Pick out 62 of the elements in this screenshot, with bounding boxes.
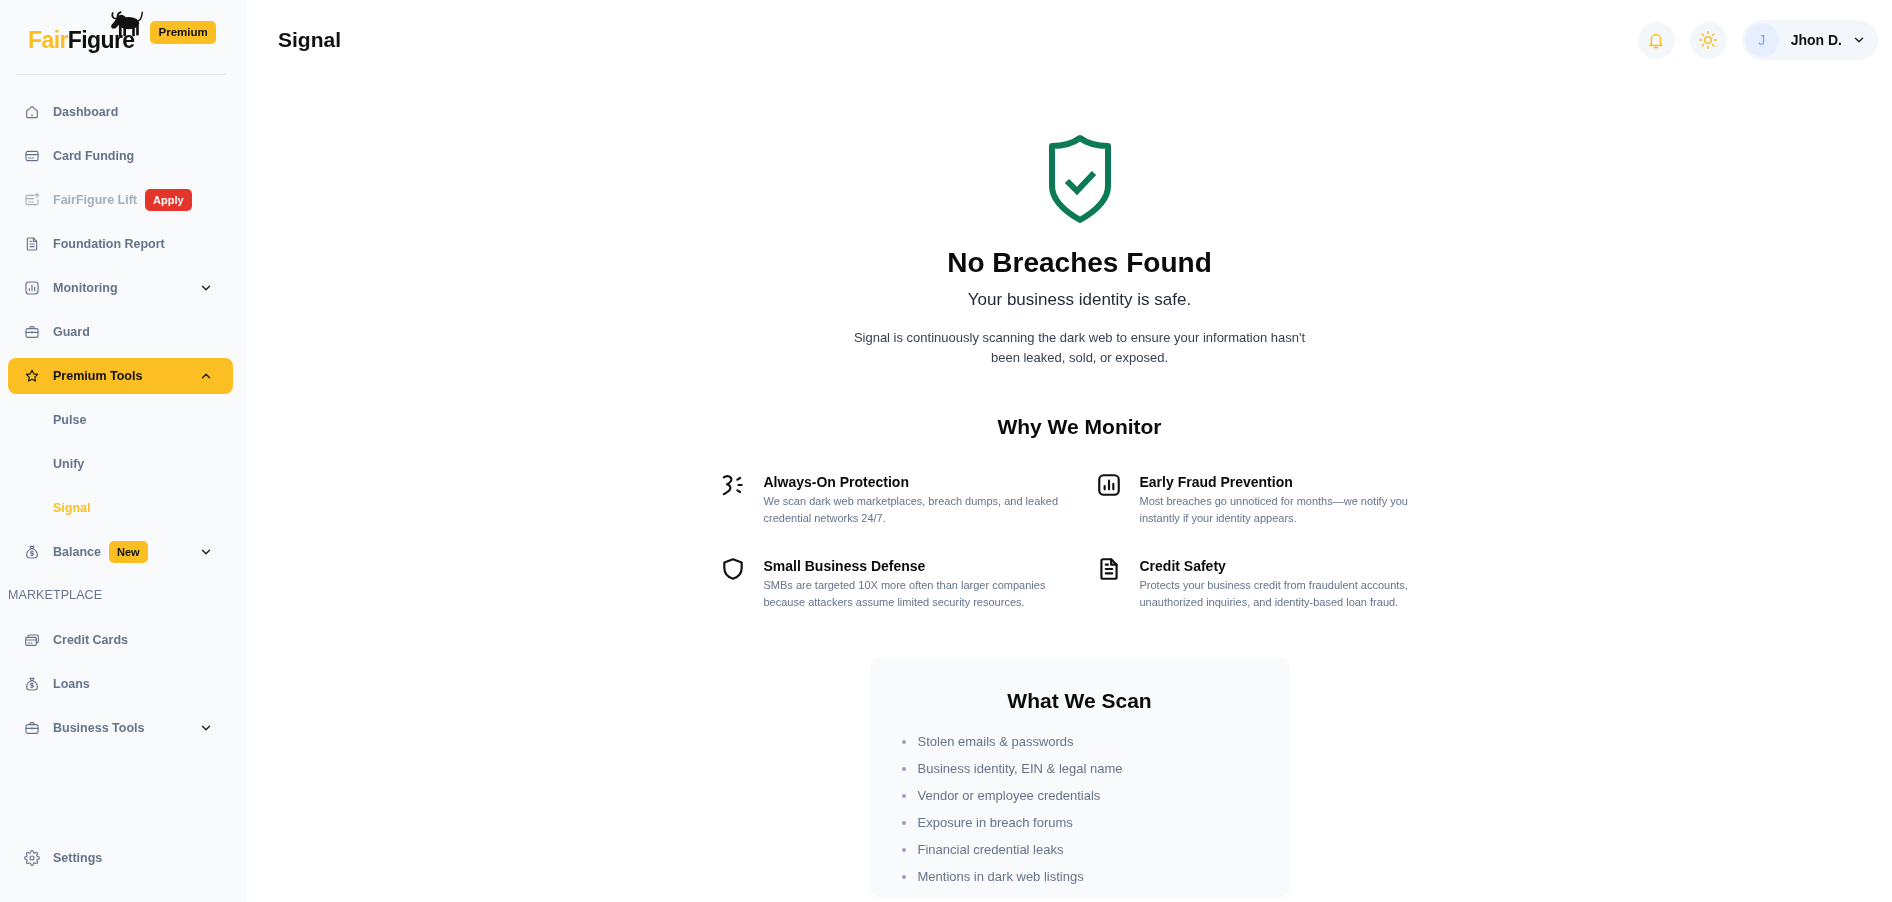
scan-item: Vendor or employee credentials bbox=[917, 786, 1101, 805]
scan-item: Exposure in breach forums bbox=[917, 813, 1073, 832]
nav-item[interactable]: Credit Cards bbox=[8, 622, 233, 658]
section-title: Why We Monitor bbox=[997, 414, 1162, 440]
nav-item[interactable]: Settings bbox=[8, 840, 233, 876]
nav-badge: Apply bbox=[145, 189, 192, 211]
bullet-icon bbox=[901, 766, 906, 771]
money-bag-icon bbox=[24, 544, 40, 560]
status-heading: No Breaches Found bbox=[947, 246, 1212, 280]
page-title: Signal bbox=[278, 28, 341, 52]
nav-item[interactable]: Dashboard bbox=[8, 94, 233, 130]
nav-item[interactable]: Business Tools bbox=[8, 710, 233, 746]
nav-subitem[interactable]: Pulse bbox=[8, 402, 233, 438]
feature-description: We scan dark web marketplaces, breach dumps, and leaked credential networks 24/7. bbox=[763, 494, 1059, 526]
logo-text: FairFigure bbox=[28, 26, 135, 54]
feature-title: Small Business Defense bbox=[763, 557, 927, 576]
nav-badge: New bbox=[108, 541, 148, 563]
plan-badge: Premium bbox=[150, 21, 216, 44]
star-icon bbox=[24, 368, 40, 384]
user-menu[interactable]: J Jhon D. bbox=[1741, 20, 1878, 60]
card-icon bbox=[24, 148, 40, 164]
scan-item: Financial credential leaks bbox=[917, 840, 1064, 859]
sun-icon bbox=[1698, 30, 1719, 50]
card-title: What We Scan bbox=[1006, 688, 1153, 714]
nav-item[interactable]: Premium Tools bbox=[8, 358, 233, 394]
money-bag-icon bbox=[24, 676, 40, 692]
nav-item[interactable]: Foundation Report bbox=[8, 226, 233, 262]
scan-item: Business identity, EIN & legal name bbox=[917, 759, 1123, 778]
cards-icon bbox=[24, 632, 40, 648]
nav-item[interactable]: Monitoring bbox=[8, 270, 233, 306]
home-icon bbox=[24, 104, 40, 120]
theme-toggle-button[interactable] bbox=[1689, 21, 1727, 59]
feature-title: Always-On Protection bbox=[763, 473, 910, 492]
feature-title: Credit Safety bbox=[1139, 557, 1227, 576]
briefcase-icon bbox=[24, 324, 40, 340]
briefcase-icon bbox=[24, 720, 40, 736]
bullet-icon bbox=[901, 874, 906, 879]
nav-item[interactable]: Balance New bbox=[8, 534, 233, 570]
nav-item[interactable]: Loans bbox=[8, 666, 233, 702]
chart-icon bbox=[1095, 472, 1122, 498]
feature-title: Early Fraud Prevention bbox=[1139, 473, 1294, 492]
feature-description: Protects your business credit from fraudulent accounts, unauthorized inquiries, and identity-based loan fraud. bbox=[1139, 578, 1409, 610]
settings-icon bbox=[24, 850, 40, 866]
user-avatar: J bbox=[1744, 23, 1779, 57]
bullet-icon bbox=[901, 739, 906, 744]
feature-description: SMBs are targeted 10X more often than larger companies because attackers assume limited security resources. bbox=[763, 578, 1047, 610]
bullet-icon bbox=[901, 793, 906, 798]
nav-subitem[interactable]: Unify bbox=[8, 446, 233, 482]
status-description: Signal is continuously scanning the dark web to ensure your information hasn't been leaked, sold, or exposed. bbox=[852, 329, 1307, 367]
feature-description: Most breaches go unnoticed for months—we notify you instantly if your identity appears. bbox=[1139, 494, 1409, 526]
chart-icon bbox=[24, 280, 40, 296]
card-arrow-icon bbox=[24, 192, 40, 208]
bullet-icon bbox=[901, 847, 906, 852]
scan-item: Stolen emails & passwords bbox=[917, 732, 1074, 751]
nav-item[interactable]: Guard bbox=[8, 314, 233, 350]
nav-item[interactable]: Card Funding bbox=[8, 138, 233, 174]
scan-item: Mentions in dark web listings bbox=[917, 867, 1084, 886]
status-subheading: Your business identity is safe. bbox=[967, 289, 1192, 311]
notifications-button[interactable] bbox=[1637, 21, 1675, 59]
bullet-icon bbox=[901, 820, 906, 825]
document-icon bbox=[24, 236, 40, 252]
section-heading: MARKETPLACE bbox=[8, 587, 104, 604]
